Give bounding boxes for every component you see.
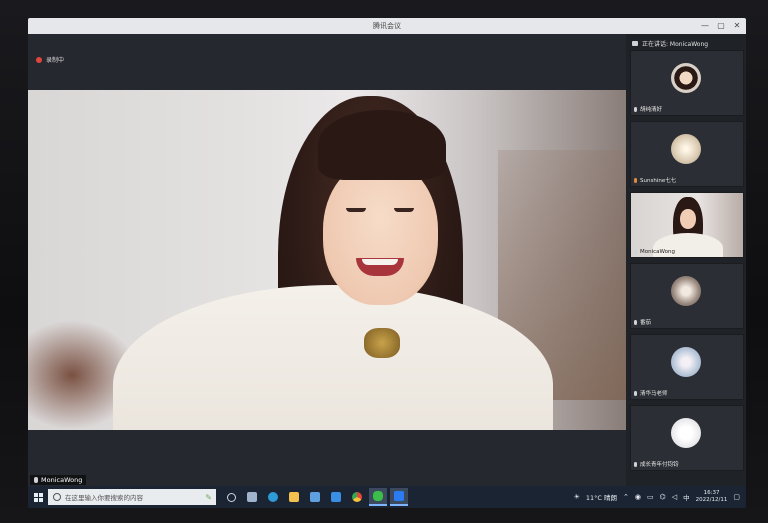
mic-icon xyxy=(634,461,637,467)
close-button[interactable]: ✕ xyxy=(732,20,742,31)
recording-label: 录制中 xyxy=(46,57,65,64)
participant-tile[interactable]: 清华马老师 xyxy=(630,334,744,400)
participant-name: Sunshine七七 xyxy=(640,178,677,184)
avatar xyxy=(671,347,701,377)
volume-icon[interactable]: ◁ xyxy=(672,493,677,501)
avatar xyxy=(671,418,701,448)
clock-time: 16:37 xyxy=(703,490,720,496)
taskbar-apps xyxy=(222,488,408,506)
window-controls: — ▢ ✕ xyxy=(700,20,742,31)
taskbar: 在这里输入你要搜索的内容 ✎ ☀ 11°C 晴朗 ⌃ ◉ ▭ ⌬ ◁ 中 16:… xyxy=(28,486,746,508)
participant-tile[interactable]: 成长青年付钧钧 xyxy=(630,405,744,471)
mic-icon xyxy=(634,390,637,396)
participant-label: MonicaWong xyxy=(634,249,675,255)
bottom-toolbar xyxy=(28,430,626,486)
system-tray: ☀ 11°C 晴朗 ⌃ ◉ ▭ ⌬ ◁ 中 16:37 2022/12/11 ▢ xyxy=(574,490,746,504)
battery-icon[interactable]: ▭ xyxy=(647,493,654,501)
mic-icon xyxy=(634,319,637,325)
participant-label: 胡纯清好 xyxy=(634,105,662,113)
file-explorer-icon[interactable] xyxy=(285,488,303,506)
participant-tile[interactable]: 番茄 xyxy=(630,263,744,329)
windows-icon xyxy=(33,492,43,502)
title-bar: 腾讯会议 — ▢ ✕ xyxy=(28,18,746,34)
speaker-teeth xyxy=(362,259,398,265)
speaking-label: 正在讲话: MonicaWong xyxy=(642,41,709,48)
widgets-icon[interactable] xyxy=(243,488,261,506)
main-speaker-name: MonicaWong xyxy=(41,476,83,484)
chrome-icon[interactable] xyxy=(348,488,366,506)
ime-indicator[interactable]: 中 xyxy=(683,492,690,502)
search-highlight-icon: ✎ xyxy=(205,492,212,502)
mic-icon xyxy=(634,106,637,112)
edge-icon[interactable] xyxy=(264,488,282,506)
maximize-button[interactable]: ▢ xyxy=(716,20,726,31)
search-placeholder: 在这里输入你要搜索的内容 xyxy=(65,494,143,502)
main-speaker-label: MonicaWong xyxy=(30,475,87,485)
participant-label: 番茄 xyxy=(634,318,651,326)
chevron-up-icon[interactable]: ⌃ xyxy=(623,493,629,501)
speaker-eye xyxy=(346,208,366,212)
weather-text[interactable]: 11°C 晴朗 xyxy=(586,492,617,502)
participant-panel: 正在讲话: MonicaWong 胡纯清好 Sunshine七七 MonicaW… xyxy=(626,34,746,486)
avatar xyxy=(671,134,701,164)
participant-label: Sunshine七七 xyxy=(634,176,676,184)
screen: 腾讯会议 — ▢ ✕ 录制中 MonicaWong 正在讲话: MonicaWo… xyxy=(28,18,746,508)
clock[interactable]: 16:37 2022/12/11 xyxy=(696,490,728,504)
speaker-icon xyxy=(632,41,638,46)
participant-tile[interactable]: 胡纯清好 xyxy=(630,50,744,116)
participant-name: 番茄 xyxy=(640,320,652,326)
mic-icon xyxy=(34,477,38,483)
network-icon[interactable]: ⌬ xyxy=(660,493,666,501)
start-button[interactable] xyxy=(28,486,48,508)
recording-indicator[interactable]: 录制中 xyxy=(36,55,64,64)
clock-date: 2022/12/11 xyxy=(695,497,728,503)
wechat-icon[interactable] xyxy=(369,488,387,506)
minimize-button[interactable]: — xyxy=(700,20,710,31)
speaker-face xyxy=(323,160,438,305)
participant-label: 成长青年付钧钧 xyxy=(634,460,679,468)
speaker-eye xyxy=(394,208,414,212)
participant-tile[interactable]: MonicaWong xyxy=(630,192,744,258)
top-toolbar: 录制中 xyxy=(28,34,626,90)
mail-icon[interactable] xyxy=(327,488,345,506)
mic-icon xyxy=(634,249,637,255)
taskbar-search[interactable]: 在这里输入你要搜索的内容 ✎ xyxy=(48,489,216,505)
participant-tile[interactable]: Sunshine七七 xyxy=(630,121,744,187)
tencent-meeting-icon[interactable] xyxy=(390,488,408,506)
record-dot-icon xyxy=(36,56,42,63)
participant-face xyxy=(680,209,696,229)
speaker-bangs xyxy=(318,110,446,180)
participant-label: 清华马老师 xyxy=(634,389,668,397)
speaker-necklace xyxy=(364,328,400,358)
weather-icon: ☀ xyxy=(573,493,580,501)
participant-name: 胡纯清好 xyxy=(640,107,663,113)
speaker-sweater xyxy=(113,285,553,430)
speaking-indicator: 正在讲话: MonicaWong xyxy=(632,39,708,48)
task-view-icon[interactable] xyxy=(222,488,240,506)
search-icon xyxy=(53,493,61,501)
participant-name: 清华马老师 xyxy=(640,391,668,397)
participant-name: MonicaWong xyxy=(640,249,675,255)
avatar xyxy=(671,63,701,93)
mic-icon[interactable]: ◉ xyxy=(635,493,641,501)
main-video[interactable] xyxy=(28,90,626,430)
mic-icon xyxy=(634,177,637,183)
avatar xyxy=(671,276,701,306)
participant-name: 成长青年付钧钧 xyxy=(640,462,679,468)
store-icon[interactable] xyxy=(306,488,324,506)
window-title: 腾讯会议 xyxy=(373,22,401,30)
notification-icon[interactable]: ▢ xyxy=(733,493,740,501)
